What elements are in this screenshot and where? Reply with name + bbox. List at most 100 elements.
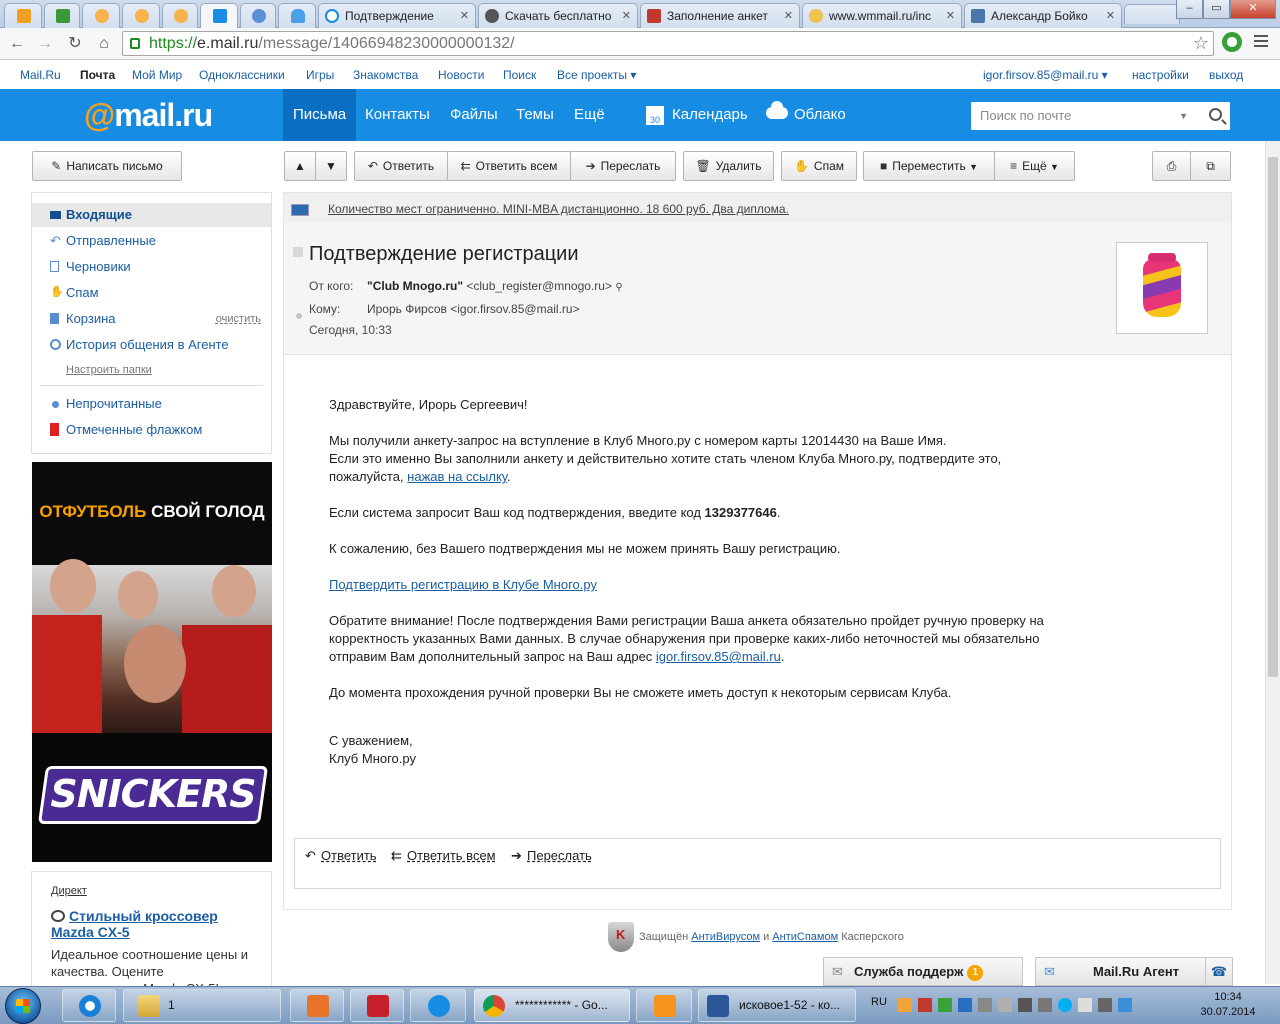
tab-confirm[interactable]: Подтверждение ✕ [318, 3, 476, 28]
tab-forms[interactable]: Заполнение анкет ✕ [640, 3, 800, 28]
tray-app-icon[interactable] [978, 998, 992, 1012]
antivirus-link[interactable]: АнтиВирусом [691, 931, 760, 943]
pinned-tab[interactable] [44, 3, 80, 28]
flag-tray-icon[interactable] [1078, 998, 1092, 1012]
forward-icon[interactable]: → [34, 33, 56, 55]
start-button[interactable] [5, 988, 41, 1024]
minimize-icon[interactable]: – [1176, 0, 1203, 19]
forward-button[interactable]: ➔ Переслать [570, 151, 676, 181]
portal-link-games[interactable]: Игры [306, 68, 334, 82]
quick-forward-link[interactable]: ➔ Переслать [511, 848, 592, 863]
nav-themes[interactable]: Темы [506, 89, 564, 141]
confirm-registration-link[interactable]: Подтвердить регистрацию в Клубе Много.ру [329, 577, 597, 592]
tray-app-icon[interactable] [1018, 998, 1032, 1012]
portal-link-myworld[interactable]: Мой Мир [132, 68, 182, 82]
settings-link[interactable]: настройки [1132, 68, 1189, 82]
home-icon[interactable]: ⌂ [93, 33, 115, 55]
phone-icon[interactable]: ☎ [1205, 958, 1232, 985]
portal-link-search[interactable]: Поиск [503, 68, 536, 82]
nav-contacts[interactable]: Контакты [355, 89, 440, 141]
pinned-tab-active[interactable] [200, 3, 238, 29]
prev-message-button[interactable]: ▲ [284, 151, 316, 181]
banner-ad[interactable]: ОТФУТБОЛЬ СВОЙ ГОЛОД SNICKERS [32, 462, 272, 862]
new-tab-button[interactable] [1124, 4, 1180, 24]
search-dropdown-icon[interactable]: ▼ [1179, 102, 1188, 130]
spam-button[interactable]: ✋ Спам [781, 151, 857, 181]
nav-calendar[interactable]: 30 Календарь [636, 89, 758, 141]
agent-widget[interactable]: ✉ Mail.Ru Агент ☎ [1035, 957, 1233, 986]
portal-link-mail[interactable]: Почта [80, 68, 115, 82]
reply-button[interactable]: ↶ Ответить [354, 151, 448, 181]
flag-icon[interactable] [293, 247, 303, 257]
mail-search-input[interactable]: Поиск по почте ▼ [971, 102, 1230, 130]
taskbar-chrome[interactable]: ************ - Go... [474, 989, 630, 1022]
tray-app-icon[interactable] [958, 998, 972, 1012]
print-button[interactable]: ⎙ [1152, 151, 1191, 181]
more-button[interactable]: ≡ Ещё ▼ [994, 151, 1075, 181]
pinned-tab[interactable] [240, 3, 276, 28]
system-clock[interactable]: 10:34 30.07.2014 [1196, 990, 1260, 1020]
logout-link[interactable]: выход [1209, 68, 1243, 82]
nav-letters[interactable]: Письма [283, 89, 357, 141]
nav-files[interactable]: Файлы [440, 89, 508, 141]
extension-icon[interactable] [1222, 32, 1242, 52]
close-tab-icon[interactable]: ✕ [784, 9, 793, 22]
tray-app-icon[interactable] [1118, 998, 1132, 1012]
direct-title[interactable]: Стильный кроссовер Mazda CX-5 [51, 908, 251, 940]
portal-link-mailru[interactable]: Mail.Ru [20, 68, 61, 82]
filter-unread[interactable]: Непрочитанные [32, 392, 271, 416]
browser-menu-icon[interactable] [1254, 35, 1268, 50]
configure-folders-link[interactable]: Настроить папки [66, 364, 152, 376]
pinned-tab[interactable] [122, 3, 160, 28]
clear-trash-link[interactable]: очистить [216, 307, 261, 331]
compose-button[interactable]: ✎ Написать письмо [32, 151, 182, 181]
folder-trash[interactable]: Корзина очистить [32, 307, 271, 331]
close-window-icon[interactable]: ✕ [1230, 0, 1276, 19]
confirm-inline-link[interactable]: нажав на ссылку [407, 469, 507, 484]
address-bar[interactable]: https://e.mail.ru/message/14066948230000… [122, 31, 1214, 56]
taskbar-ie[interactable] [62, 989, 116, 1022]
quick-reply-all-link[interactable]: ⇇ Ответить всем [391, 848, 496, 863]
taskbar-word[interactable]: исковое1-52 - ко... [698, 989, 856, 1022]
close-tab-icon[interactable]: ✕ [460, 9, 469, 22]
tray-app-icon[interactable] [898, 998, 912, 1012]
maximize-icon[interactable]: ▭ [1203, 0, 1230, 19]
close-tab-icon[interactable]: ✕ [946, 9, 955, 22]
skype-icon[interactable] [1058, 998, 1072, 1012]
direct-label[interactable]: Директ [51, 885, 87, 897]
filter-flagged[interactable]: Отмеченные флажком [32, 418, 271, 442]
folder-sent[interactable]: ↶ Отправленные [32, 229, 271, 253]
promo-link[interactable]: Количество мест ограниченно. MINI-MBA ди… [284, 193, 1231, 223]
scrollbar-thumb[interactable] [1268, 157, 1278, 677]
nav-cloud[interactable]: Облако [756, 89, 856, 141]
taskbar-zynga[interactable] [350, 989, 404, 1022]
network-icon[interactable] [1098, 998, 1112, 1012]
pinned-tab[interactable] [162, 3, 198, 28]
pinned-tab[interactable] [4, 3, 42, 28]
language-indicator[interactable]: RU [871, 996, 887, 1008]
nav-more[interactable]: Ещё [564, 89, 615, 141]
open-in-window-button[interactable]: ⧉ [1190, 151, 1231, 181]
folder-spam[interactable]: ✋ Спам [32, 281, 271, 305]
sender[interactable]: "Club Mnogo.ru" <club_register@mnogo.ru>… [367, 279, 623, 293]
close-tab-icon[interactable]: ✕ [622, 9, 631, 22]
bookmark-star-icon[interactable]: ☆ [1193, 32, 1209, 55]
close-tab-icon[interactable]: ✕ [1106, 9, 1115, 22]
delete-button[interactable]: 🗑 Удалить [683, 151, 774, 181]
next-message-button[interactable]: ▼ [315, 151, 347, 181]
pinned-tab[interactable] [278, 3, 316, 28]
tray-app-icon[interactable] [998, 998, 1012, 1012]
antispam-link[interactable]: АнтиСпамом [772, 931, 838, 943]
mailru-logo[interactable]: @mail.ru [84, 97, 213, 134]
page-scrollbar[interactable] [1265, 141, 1280, 984]
volume-icon[interactable] [1038, 998, 1052, 1012]
tab-vk[interactable]: Александр Бойко ✕ [964, 3, 1122, 28]
tray-app-icon[interactable] [938, 998, 952, 1012]
back-icon[interactable]: ← [6, 33, 28, 55]
folder-agent-history[interactable]: История общения в Агенте [32, 333, 271, 357]
taskbar-ok[interactable] [636, 989, 692, 1022]
portal-link-dating[interactable]: Знакомства [353, 68, 418, 82]
taskbar-explorer[interactable]: 1 [123, 989, 281, 1022]
move-button[interactable]: ■ Переместить ▼ [863, 151, 995, 181]
portal-link-news[interactable]: Новости [438, 68, 484, 82]
